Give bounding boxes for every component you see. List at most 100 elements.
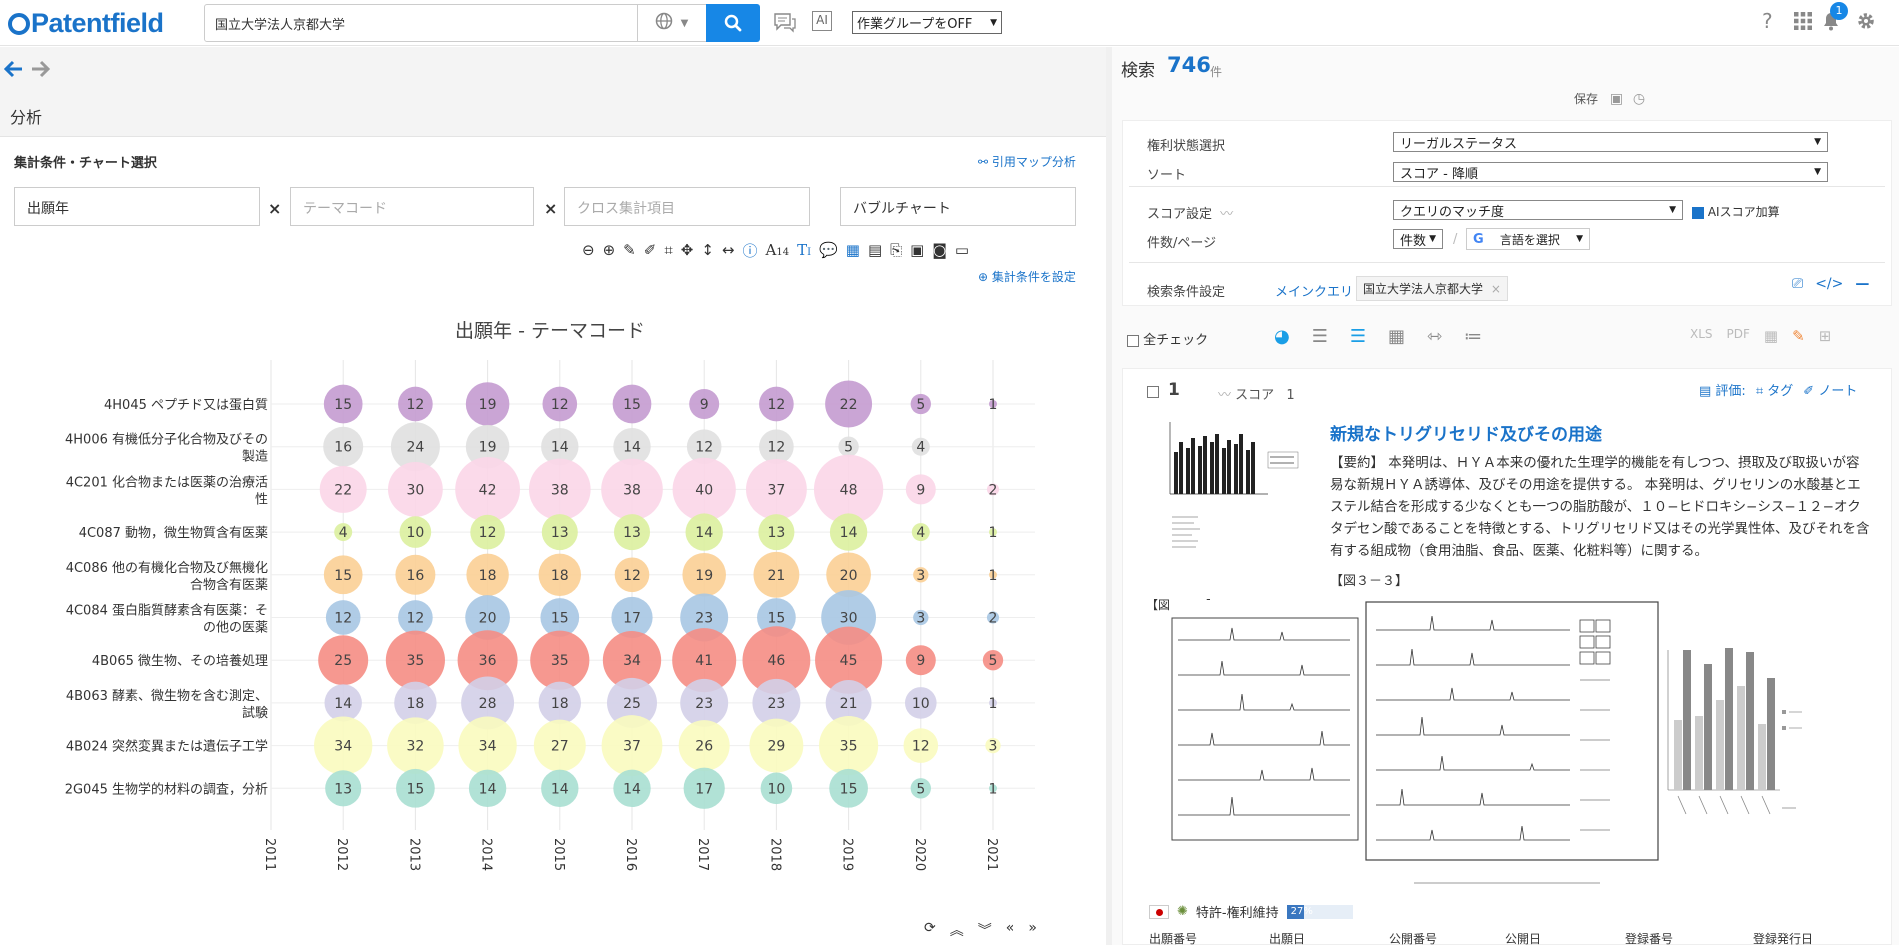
calculator-icon[interactable]: ▤ <box>868 241 882 259</box>
font-size-icon[interactable]: A14 <box>766 241 790 259</box>
collapse-icon[interactable]: — <box>1855 276 1869 292</box>
translate-select[interactable]: G 言語を選択 ▼ <box>1466 228 1590 250</box>
list-compact-icon[interactable]: ☰ <box>1312 326 1328 347</box>
zoom-in-icon[interactable]: ⊕ <box>603 241 616 259</box>
forward-arrow-icon[interactable] <box>30 60 50 78</box>
save-link[interactable]: 保存 ▣ ◷ <box>1574 90 1645 107</box>
info-icon[interactable]: ⓘ <box>743 240 758 261</box>
language-dropdown[interactable]: ▼ <box>637 4 707 42</box>
add-folder-icon[interactable]: ⊞ <box>1819 327 1832 345</box>
bubble-value: 27 <box>551 739 569 755</box>
pencil-icon[interactable]: ✎ <box>623 241 636 259</box>
save-icon[interactable]: ▣ <box>910 241 924 259</box>
chat-query-icon[interactable] <box>772 11 798 37</box>
xls-export-icon[interactable]: XLS <box>1690 327 1713 345</box>
bubble-value: 12 <box>479 525 497 541</box>
patent-figure-bar[interactable] <box>1662 640 1802 820</box>
history-icon[interactable]: ◷ <box>1633 91 1645 107</box>
workgroup-select[interactable]: 作業グループをOFF ▼ <box>852 11 1002 34</box>
close-icon[interactable]: × <box>544 199 557 218</box>
bubble-value: 14 <box>551 781 569 797</box>
fullscreen-icon[interactable]: ▭ <box>955 241 969 259</box>
save-icon[interactable]: ▣ <box>1610 91 1623 107</box>
analysis-title: 分析 <box>0 91 1106 137</box>
grid-view-icon[interactable]: ▦ <box>1388 326 1405 347</box>
result-checkbox[interactable] <box>1147 384 1159 399</box>
bubble-value: 46 <box>767 653 785 669</box>
x-axis-label: 2018 <box>767 838 782 871</box>
rights-select[interactable]: リーガルステータス ▼ <box>1393 132 1828 152</box>
x-axis-label: 2015 <box>551 838 566 871</box>
axis2-select[interactable]: テーマコード <box>290 187 534 226</box>
chevron-right-double-icon[interactable]: » <box>1028 920 1037 940</box>
chevron-down-double-icon[interactable]: ︾ <box>978 920 992 940</box>
comment-icon[interactable]: 💬 <box>819 241 838 259</box>
x-axis-label: 2019 <box>840 838 855 871</box>
ai-button[interactable]: AI <box>812 11 832 31</box>
pie-chart-icon[interactable]: ◕ <box>1274 326 1290 347</box>
bubble-value: 4 <box>916 440 925 456</box>
note-link[interactable]: ✐ ノート <box>1803 380 1857 399</box>
close-icon[interactable]: × <box>1491 282 1501 296</box>
excel-icon[interactable]: ⎘ <box>890 241 902 259</box>
patent-figure-chromatogram[interactable] <box>1170 600 1660 862</box>
axis1-select[interactable]: 出願年 <box>14 187 260 226</box>
chat-query-icon[interactable]: ⎚ <box>1792 276 1803 292</box>
image-carousel-indicator[interactable] <box>1414 882 1600 884</box>
highlighter-icon[interactable]: ✎ <box>1792 327 1805 345</box>
cross-select[interactable]: クロス集計項目 <box>564 187 810 226</box>
chevron-left-double-icon[interactable]: « <box>1006 920 1015 940</box>
bubble-value: 48 <box>840 482 858 498</box>
main-query-link[interactable]: メインクエリ <box>1275 281 1353 300</box>
patentfield-logo[interactable]: Patentfield <box>8 8 164 39</box>
bubble-value: 15 <box>840 781 858 797</box>
tag-link[interactable]: ⌗ タグ <box>1756 380 1793 399</box>
text-style-icon[interactable]: TI <box>797 241 811 259</box>
set-conditions-link[interactable]: ⊕ 集計条件を設定 <box>978 268 1076 285</box>
move-icon[interactable]: ✥ <box>681 241 694 259</box>
zoom-out-icon[interactable]: ⊖ <box>582 241 595 259</box>
eval-link[interactable]: ▤ 評価: <box>1699 380 1746 399</box>
edit-icon[interactable]: ✐ <box>644 241 657 259</box>
bubble-value: 42 <box>479 482 497 498</box>
bullet-list-icon[interactable]: ≔ <box>1464 326 1482 347</box>
vertical-spacing-icon[interactable]: ↕ <box>701 241 714 259</box>
gear-icon[interactable] <box>1856 11 1876 35</box>
search-input[interactable]: 国立大学法人京都大学 <box>204 4 638 42</box>
chart-type-select[interactable]: バブルチャート <box>840 187 1076 226</box>
chevron-down-icon: ▼ <box>1814 137 1821 147</box>
compare-icon[interactable]: ⇿ <box>1427 326 1442 347</box>
pdf-export-icon[interactable]: PDF <box>1727 327 1750 345</box>
help-icon[interactable]: ? <box>1762 9 1773 33</box>
back-arrow-icon[interactable] <box>4 60 24 78</box>
bubble-value: 21 <box>840 696 858 712</box>
horizontal-spacing-icon[interactable]: ↔ <box>722 241 735 259</box>
list-detail-icon[interactable]: ☰ <box>1350 326 1366 347</box>
logo-ring-icon <box>8 12 30 35</box>
bubble-value: 16 <box>406 568 424 584</box>
y-axis-label: 4C087 動物，微生物質含有医薬 <box>79 525 268 541</box>
code-icon[interactable]: </> <box>1815 276 1843 292</box>
result-title-link[interactable]: 新規なトリグリセリド及びその用途 <box>1330 420 1602 445</box>
field-header: 出願日 <box>1269 932 1306 945</box>
ai-score-checkbox[interactable]: AIスコア加算 <box>1692 203 1780 220</box>
citation-map-link[interactable]: ⚯ 引用マップ分析 <box>978 153 1076 170</box>
sort-select[interactable]: スコア - 降順 ▼ <box>1393 162 1828 182</box>
camera-icon[interactable]: ◙ <box>932 241 947 259</box>
calendar-icon[interactable]: ▦ <box>1764 327 1778 345</box>
close-icon[interactable]: × <box>268 199 281 218</box>
query-tag[interactable]: 国立大学法人京都大学 × <box>1356 276 1508 301</box>
crop-icon[interactable]: ⌗ <box>664 241 672 259</box>
bubble-value: 5 <box>916 397 925 413</box>
patent-thumbnail[interactable] <box>1158 412 1316 562</box>
table-view-icon[interactable]: ▦ <box>846 241 860 259</box>
refresh-icon[interactable]: ⟳ <box>924 920 936 940</box>
check-all[interactable]: 全チェック <box>1127 329 1208 348</box>
perpage-select[interactable]: 件数 ▼ <box>1393 229 1443 249</box>
score-select[interactable]: クエリのマッチ度 ▼ <box>1393 200 1683 220</box>
bubble-value: 37 <box>623 739 641 755</box>
apps-grid-icon[interactable] <box>1794 12 1812 34</box>
search-button[interactable] <box>706 4 760 42</box>
bubble-value: 1 <box>989 696 998 712</box>
chevron-up-icon[interactable]: ︽ <box>950 920 964 940</box>
